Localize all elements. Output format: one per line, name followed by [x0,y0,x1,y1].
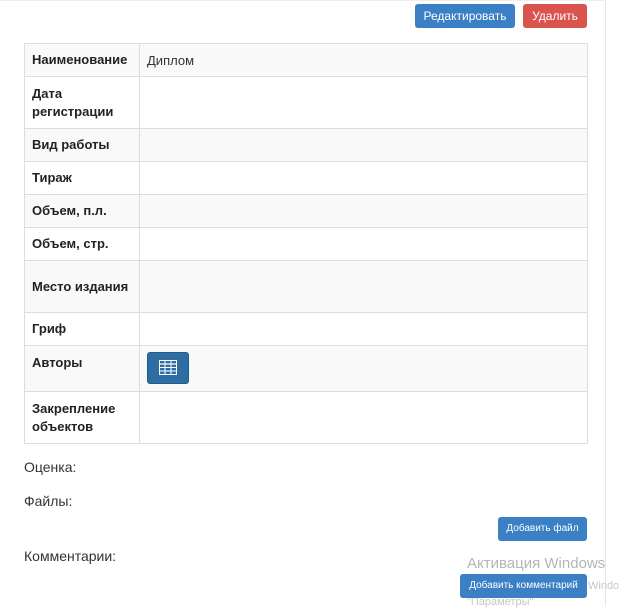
row-value-assigned-objects [139,391,588,444]
windows-activation-watermark: Активация Windows [467,555,606,572]
rating-label: Оценка: [24,459,77,475]
row-label-name: Наименование [24,43,140,77]
row-value-authors [139,345,588,392]
details-table: Наименование Диплом Дата регистрации Вид… [24,43,588,444]
edit-button[interactable]: Редактировать [415,4,515,28]
add-comment-button[interactable]: Добавить комментарий [460,574,587,598]
row-label-volume-pages: Объем, стр. [24,227,140,261]
top-divider [0,0,605,1]
table-row: Объем, п.л. [24,194,588,228]
row-value-circulation [139,161,588,195]
row-value-volume-sheets [139,194,588,228]
table-row: Гриф [24,312,588,346]
row-value-name: Диплом [139,43,588,77]
authors-table-button[interactable] [147,352,189,384]
table-row: Авторы [24,345,588,392]
table-row: Вид работы [24,128,588,162]
add-file-button[interactable]: Добавить файл [498,517,587,541]
delete-button[interactable]: Удалить [523,4,587,28]
row-label-circulation: Тираж [24,161,140,195]
table-row: Объем, стр. [24,227,588,261]
row-label-publication-place: Место издания [24,260,140,313]
row-label-assigned-objects: Закрепление объектов [24,391,140,444]
files-label: Файлы: [24,493,73,509]
row-value-registration-date [139,76,588,129]
row-label-authors: Авторы [24,345,140,392]
row-value-work-type [139,128,588,162]
row-value-stamp [139,312,588,346]
row-label-stamp: Гриф [24,312,140,346]
table-row: Дата регистрации [24,76,588,129]
row-label-work-type: Вид работы [24,128,140,162]
panel-right-border [605,0,606,606]
table-row: Наименование Диплом [24,43,588,77]
table-row: Место издания [24,260,588,313]
row-value-publication-place [139,260,588,313]
table-row: Закрепление объектов [24,391,588,444]
table-grid-icon [159,360,177,375]
row-label-registration-date: Дата регистрации [24,76,140,129]
row-label-volume-sheets: Объем, п.л. [24,194,140,228]
comments-label: Комментарии: [24,548,117,564]
table-row: Тираж [24,161,588,195]
row-value-volume-pages [139,227,588,261]
watermark-line: Windo [588,580,620,592]
